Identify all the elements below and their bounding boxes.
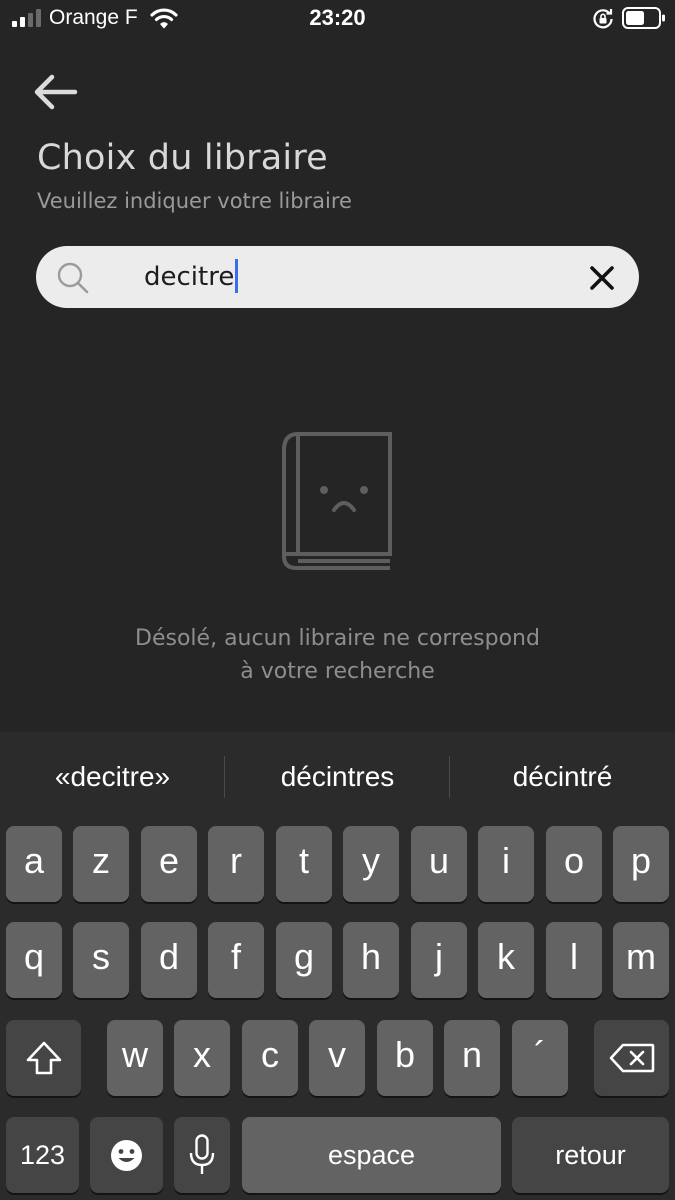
return-key[interactable]: retour bbox=[512, 1117, 669, 1193]
empty-state-line-1: Désolé, aucun libraire ne correspond bbox=[135, 626, 540, 651]
key-q[interactable]: q bbox=[6, 922, 62, 998]
back-arrow-icon[interactable] bbox=[30, 68, 82, 116]
key-x[interactable]: x bbox=[174, 1020, 230, 1096]
key-z[interactable]: z bbox=[73, 826, 129, 902]
key-e[interactable]: e bbox=[141, 826, 197, 902]
search-icon bbox=[57, 262, 89, 294]
shift-icon bbox=[26, 1041, 62, 1075]
key-s[interactable]: s bbox=[73, 922, 129, 998]
status-time: 23:20 bbox=[309, 5, 366, 30]
page-title: Choix du libraire bbox=[37, 138, 328, 178]
key-g[interactable]: g bbox=[276, 922, 332, 998]
battery-icon bbox=[622, 7, 665, 29]
close-icon[interactable] bbox=[585, 261, 619, 295]
key-p[interactable]: p bbox=[613, 826, 669, 902]
sad-book-icon bbox=[282, 432, 392, 570]
key-a[interactable]: a bbox=[6, 826, 62, 902]
key-m[interactable]: m bbox=[613, 922, 669, 998]
key-u[interactable]: u bbox=[411, 826, 467, 902]
suggestion-item[interactable]: décintré bbox=[450, 732, 675, 818]
page-subtitle: Veuillez indiquer votre libraire bbox=[37, 189, 352, 213]
microphone-key[interactable] bbox=[174, 1117, 230, 1193]
key-i[interactable]: i bbox=[478, 826, 534, 902]
key-h[interactable]: h bbox=[343, 922, 399, 998]
key-o[interactable]: o bbox=[546, 826, 602, 902]
emoji-icon bbox=[111, 1140, 142, 1171]
text-caret bbox=[235, 258, 239, 293]
suggestion-bar: «decitre» décintres décintré bbox=[0, 732, 675, 818]
key-w[interactable]: w bbox=[107, 1020, 163, 1096]
suggestion-item[interactable]: décintres bbox=[225, 732, 450, 818]
microphone-icon bbox=[189, 1134, 215, 1174]
rotation-lock-icon bbox=[593, 9, 613, 29]
key-j[interactable]: j bbox=[411, 922, 467, 998]
emoji-key[interactable] bbox=[90, 1117, 163, 1193]
backspace-key[interactable] bbox=[594, 1020, 669, 1096]
key-d[interactable]: d bbox=[141, 922, 197, 998]
key-accent[interactable]: ´ bbox=[512, 1020, 568, 1096]
search-input-value: decitre bbox=[144, 262, 235, 292]
suggestion-item[interactable]: «decitre» bbox=[0, 732, 225, 818]
space-key[interactable]: espace bbox=[242, 1117, 501, 1193]
numbers-key[interactable]: 123 bbox=[6, 1117, 79, 1193]
keyboard: «decitre» décintres décintré a z e r t y… bbox=[0, 732, 675, 1200]
key-v[interactable]: v bbox=[309, 1020, 365, 1096]
shift-key[interactable] bbox=[6, 1020, 81, 1096]
search-bar[interactable]: decitre bbox=[36, 246, 639, 308]
key-t[interactable]: t bbox=[276, 826, 332, 902]
key-y[interactable]: y bbox=[343, 826, 399, 902]
key-r[interactable]: r bbox=[208, 826, 264, 902]
key-n[interactable]: n bbox=[444, 1020, 500, 1096]
backspace-icon bbox=[609, 1043, 655, 1073]
empty-state-line-2: à votre recherche bbox=[240, 659, 435, 684]
key-b[interactable]: b bbox=[377, 1020, 433, 1096]
empty-state-message: Désolé, aucun libraire ne correspond à v… bbox=[0, 622, 675, 688]
search-input[interactable]: decitre bbox=[144, 246, 584, 308]
status-bar: Orange F 23:20 bbox=[0, 0, 675, 38]
key-l[interactable]: l bbox=[546, 922, 602, 998]
key-k[interactable]: k bbox=[478, 922, 534, 998]
key-f[interactable]: f bbox=[208, 922, 264, 998]
key-c[interactable]: c bbox=[242, 1020, 298, 1096]
